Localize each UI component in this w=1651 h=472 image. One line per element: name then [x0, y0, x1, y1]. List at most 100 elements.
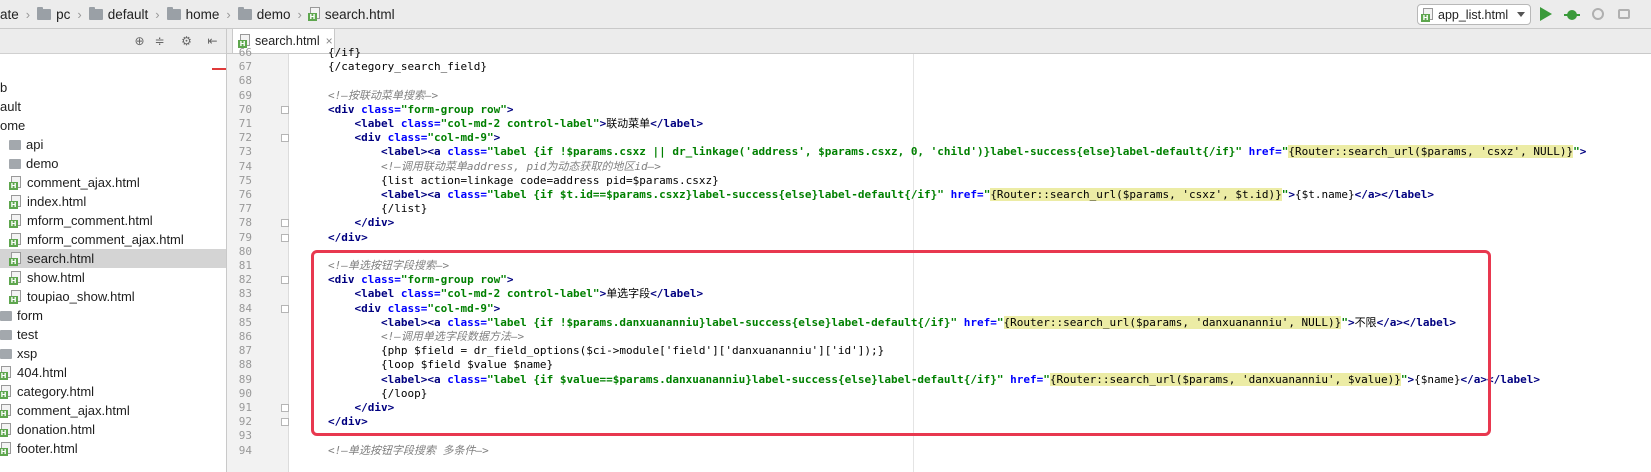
- run-configuration-select[interactable]: app_list.html: [1417, 4, 1531, 25]
- locate-icon[interactable]: ⊕: [133, 35, 146, 48]
- tree-item[interactable]: category.html: [0, 382, 226, 401]
- fold-marker-icon[interactable]: [281, 276, 289, 284]
- line-number: 76: [238, 188, 252, 201]
- debug-icon[interactable]: [1564, 6, 1580, 22]
- breadcrumb-item[interactable]: › demo: [219, 6, 291, 22]
- run-icon[interactable]: [1540, 7, 1552, 21]
- collapse-all-icon[interactable]: ≑: [153, 35, 166, 48]
- line-number: 69: [238, 89, 252, 102]
- code-token: >: [506, 103, 514, 116]
- html-file-icon: [9, 251, 22, 266]
- line-number: 86: [238, 330, 252, 343]
- breadcrumb-item[interactable]: › default: [70, 6, 148, 22]
- breadcrumb-item[interactable]: › home: [148, 6, 220, 22]
- code-token: <!—调用联动菜单address, pid为动态获取的地区id—>: [380, 160, 661, 173]
- html-file-icon: [0, 384, 12, 399]
- folder-icon: [9, 139, 21, 150]
- tree-item[interactable]: toupiao_show.html: [0, 287, 226, 306]
- code-token: <div: [328, 103, 362, 116]
- tree-item[interactable]: mform_comment.html: [0, 211, 226, 230]
- code-token: class=: [400, 117, 441, 130]
- tree-item[interactable]: footer.html: [0, 439, 226, 458]
- code-token: "label {if !$params.csxz || dr_linkage('…: [486, 145, 1242, 158]
- breadcrumb-label: pc: [56, 6, 71, 22]
- project-panel-toolbar: ⊕ ≑ ⚙ ⇤: [0, 29, 226, 54]
- chevron-right-icon: ›: [297, 6, 302, 22]
- code-line: <div class="col-md-9">: [328, 131, 501, 145]
- breadcrumb-item[interactable]: › search.html: [291, 7, 395, 22]
- tree-item[interactable]: donation.html: [0, 420, 226, 439]
- code-token: </div>: [328, 231, 368, 244]
- html-file-icon: [9, 289, 22, 304]
- tab-label: search.html: [255, 34, 320, 48]
- breadcrumb-item[interactable]: › pc: [19, 6, 71, 22]
- code-token: <label><a: [380, 188, 448, 201]
- line-number: 88: [238, 358, 252, 371]
- code-token: </a></label>: [1354, 188, 1435, 201]
- fold-marker-icon[interactable]: [281, 106, 289, 114]
- line-number: 67: [238, 60, 252, 73]
- tree-item[interactable]: search.html: [0, 249, 226, 268]
- breadcrumb-label: demo: [256, 6, 291, 22]
- tree-item-label: demo: [26, 156, 59, 171]
- coverage-icon[interactable]: [1590, 6, 1606, 22]
- tree-item-label: 404.html: [17, 365, 67, 380]
- code-token: </label>: [650, 117, 704, 130]
- tree-item[interactable]: comment_ajax.html: [0, 401, 226, 420]
- tree-item[interactable]: api: [0, 135, 226, 154]
- tree-item-label: donation.html: [17, 422, 96, 437]
- tree-item[interactable]: comment_ajax.html: [0, 173, 226, 192]
- code-line: <label><a class="label {if !$params.csxz…: [328, 145, 1586, 159]
- breadcrumb-label: home: [185, 6, 220, 22]
- fold-marker-icon[interactable]: [281, 404, 289, 412]
- line-number: 71: [238, 117, 252, 130]
- breadcrumb-item[interactable]: ate: [0, 7, 19, 22]
- folder-icon: [0, 348, 12, 359]
- tree-item[interactable]: xsp: [0, 344, 226, 363]
- hide-panel-icon[interactable]: ⇤: [206, 35, 219, 48]
- fold-marker-icon[interactable]: [281, 134, 289, 142]
- tree-item[interactable]: ault: [0, 97, 226, 116]
- code-line: <!—按联动菜单搜索—>: [328, 89, 438, 103]
- code-token: href=: [950, 188, 984, 201]
- tree-item[interactable]: b: [0, 78, 226, 97]
- tree-item-label: category.html: [17, 384, 95, 399]
- project-tool-window: ⊕ ≑ ⚙ ⇤ b ault ome api demo comment_ajax.html…: [0, 29, 227, 472]
- fold-marker-icon[interactable]: [281, 418, 289, 426]
- tree-item-label: b: [0, 80, 8, 95]
- code-line: <label><a class="label {if $t.id==$param…: [328, 188, 1434, 202]
- tree-item[interactable]: demo: [0, 154, 226, 173]
- tree-item[interactable]: ome: [0, 116, 226, 135]
- code-token: {/if}: [328, 46, 362, 59]
- line-number: 77: [238, 202, 252, 215]
- code-line: </div>: [328, 231, 368, 245]
- code-token: >: [493, 131, 501, 144]
- fold-marker-icon[interactable]: [281, 234, 289, 242]
- tree-item[interactable]: index.html: [0, 192, 226, 211]
- gear-icon[interactable]: ⚙: [180, 35, 193, 48]
- profile-icon[interactable]: [1616, 6, 1632, 22]
- tree-item[interactable]: 404.html: [0, 363, 226, 382]
- tree-item[interactable]: show.html: [0, 268, 226, 287]
- line-number: 78: [238, 216, 252, 229]
- tree-item-label: search.html: [27, 251, 95, 266]
- fold-marker-icon[interactable]: [281, 305, 289, 313]
- html-file-icon: [9, 194, 22, 209]
- tree-item-label: api: [26, 137, 44, 152]
- line-number: 72: [238, 131, 252, 144]
- tree-item-label: ault: [0, 99, 21, 114]
- tree-item[interactable]: form: [0, 306, 226, 325]
- code-line: <label class="col-md-2 control-label">联动…: [328, 117, 704, 131]
- fold-marker-icon[interactable]: [281, 219, 289, 227]
- code-token: "col-md-2 control-label": [440, 117, 600, 130]
- tree-item[interactable]: mform_comment_ajax.html: [0, 230, 226, 249]
- breadcrumb-label: search.html: [324, 6, 395, 22]
- tree-item-label: mform_comment.html: [27, 213, 153, 228]
- line-number: 79: [238, 231, 252, 244]
- tree-item[interactable]: test: [0, 325, 226, 344]
- line-number: 80: [238, 245, 252, 258]
- line-number: 94: [238, 444, 252, 457]
- code-token: {/list}: [328, 202, 428, 215]
